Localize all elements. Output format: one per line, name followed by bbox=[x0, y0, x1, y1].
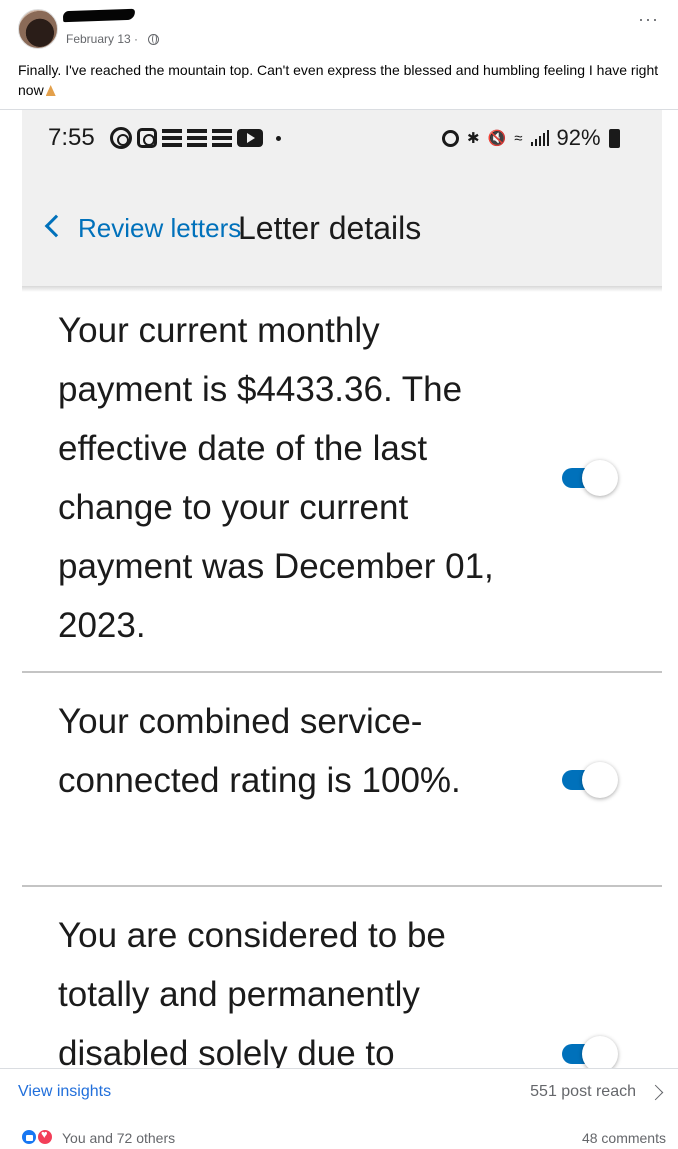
letter-item-text: You are considered to be totally and per… bbox=[58, 916, 446, 1068]
system-status-icons: ✱ 🔇 ≈ 92% bbox=[442, 125, 620, 150]
more-notifications-dot bbox=[276, 135, 281, 141]
letter-item-combined-rating: Your combined service-connected rating i… bbox=[22, 673, 662, 887]
toggle-knob bbox=[582, 460, 618, 496]
bluetooth-icon: ✱ bbox=[467, 130, 480, 147]
permanently-disabled-toggle[interactable] bbox=[562, 1036, 620, 1068]
wifi-icon: ≈ bbox=[514, 129, 523, 147]
phone-screenshot: 7:55 ✱ 🔇 ≈ 92% Review letters Letter det… bbox=[22, 110, 662, 1068]
battery-icon bbox=[608, 128, 620, 148]
comments-count[interactable]: 48 comments bbox=[582, 1130, 666, 1146]
signal-icon bbox=[530, 130, 549, 146]
reactions-bar: You and 72 others 48 comments bbox=[0, 1116, 678, 1149]
post-text: Finally. I've reached the mountain top. … bbox=[18, 60, 666, 100]
globe-icon bbox=[148, 34, 159, 45]
post-date[interactable]: February 13 · bbox=[66, 32, 138, 46]
nav-shadow bbox=[22, 286, 662, 292]
alarm-icon bbox=[442, 129, 459, 147]
status-bar: 7:55 ✱ 🔇 ≈ 92% bbox=[22, 110, 662, 180]
toggle-knob bbox=[582, 1036, 618, 1068]
letter-item-monthly-payment: Your current monthly payment is $4433.36… bbox=[22, 296, 662, 672]
avatar[interactable] bbox=[18, 9, 58, 49]
threads-icon bbox=[110, 127, 132, 149]
pray-emoji bbox=[44, 84, 58, 97]
insights-bar: View insights 551 post reach bbox=[0, 1068, 678, 1116]
letter-item-text: Your current monthly payment is $4433.36… bbox=[58, 311, 494, 645]
letter-item-permanently-disabled: You are considered to be totally and per… bbox=[22, 887, 662, 1068]
monthly-payment-toggle[interactable] bbox=[562, 460, 620, 496]
page-title: Letter details bbox=[238, 210, 422, 246]
notification-icon bbox=[212, 129, 232, 147]
status-clock: 7:55 bbox=[48, 124, 95, 151]
letter-nav-bar: Review letters Letter details bbox=[22, 180, 662, 286]
notification-icons bbox=[110, 127, 281, 149]
notification-icon bbox=[187, 129, 207, 147]
view-insights-link[interactable]: View insights bbox=[18, 1083, 111, 1101]
instagram-icon bbox=[137, 128, 157, 148]
reactors-summary[interactable]: You and 72 others bbox=[62, 1130, 175, 1146]
love-icon[interactable] bbox=[36, 1128, 54, 1146]
like-icon[interactable] bbox=[20, 1128, 38, 1146]
post-reach[interactable]: 551 post reach bbox=[530, 1083, 636, 1101]
combined-rating-toggle[interactable] bbox=[562, 762, 620, 798]
chevron-right-icon[interactable] bbox=[647, 1084, 664, 1101]
letter-item-text: Your combined service-connected rating i… bbox=[58, 702, 461, 800]
post-header: February 13 · ··· Finally. I've reached … bbox=[0, 0, 678, 110]
redacted-author-name bbox=[62, 8, 136, 23]
battery-percent: 92% bbox=[556, 125, 601, 150]
back-chevron-icon[interactable] bbox=[44, 214, 68, 238]
toggle-knob bbox=[582, 762, 618, 798]
post-text-content: Finally. I've reached the mountain top. … bbox=[18, 62, 659, 98]
more-icon[interactable]: ··· bbox=[638, 10, 659, 28]
mute-icon: 🔇 bbox=[487, 130, 507, 147]
back-review-letters-link[interactable]: Review letters bbox=[78, 213, 241, 244]
youtube-icon bbox=[237, 129, 263, 147]
notification-icon bbox=[162, 129, 182, 147]
